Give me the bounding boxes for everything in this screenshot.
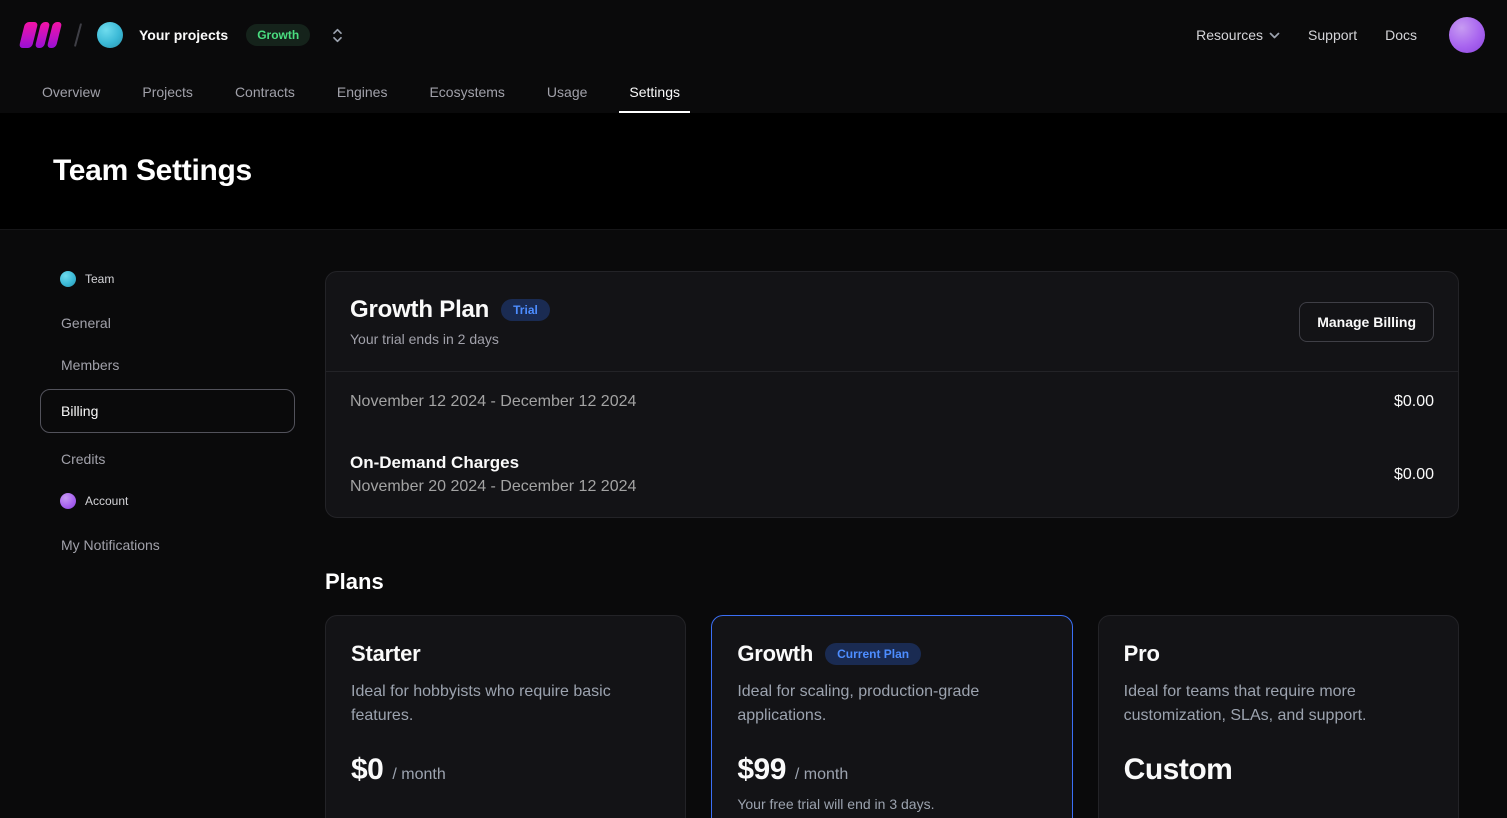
team-name[interactable]: Your projects	[139, 27, 228, 43]
billing-plan-title-row: Growth Plan Trial	[350, 296, 550, 324]
sidebar-section-team: Team	[40, 271, 295, 287]
breadcrumb-slash-divider	[74, 23, 82, 47]
thirdweb-logo-icon[interactable]	[19, 22, 62, 48]
sidebar-item-members[interactable]: Members	[40, 345, 295, 385]
sidebar-item-general[interactable]: General	[40, 303, 295, 343]
sidebar-item-my-notifications[interactable]: My Notifications	[40, 525, 295, 565]
trial-ends-text: Your trial ends in 2 days	[350, 331, 550, 347]
plan-name-growth: Growth	[737, 641, 813, 667]
sidebar-item-credits[interactable]: Credits	[40, 439, 295, 479]
billing-plan-info: Growth Plan Trial Your trial ends in 2 d…	[350, 296, 550, 347]
chevron-down-icon	[1269, 32, 1280, 39]
plan-trial-note: Your free trial will end in 3 days.	[737, 796, 1046, 812]
account-avatar-icon	[60, 493, 76, 509]
plan-price-starter: $0	[351, 753, 383, 787]
page-title: Team Settings	[53, 154, 252, 188]
team-avatar[interactable]	[97, 22, 123, 48]
header-nav: Resources Support Docs	[1196, 17, 1485, 53]
content-area: Team General Members Billing Credits Acc…	[0, 230, 1507, 818]
settings-sidebar: Team General Members Billing Credits Acc…	[40, 271, 295, 818]
plan-name-starter: Starter	[351, 641, 421, 667]
tab-overview[interactable]: Overview	[40, 70, 102, 113]
on-demand-period: November 20 2024 - December 12 2024	[350, 478, 636, 496]
plan-price-row: $99 / month	[737, 753, 1046, 787]
plan-name-pro: Pro	[1124, 641, 1160, 667]
on-demand-title: On-Demand Charges	[350, 453, 636, 473]
tab-engines[interactable]: Engines	[335, 70, 390, 113]
team-avatar-icon	[60, 271, 76, 287]
billing-amount: $0.00	[1394, 393, 1434, 411]
team-plan-badge: Growth	[246, 24, 310, 46]
docs-link[interactable]: Docs	[1385, 27, 1417, 43]
tab-ecosystems[interactable]: Ecosystems	[427, 70, 506, 113]
page-header: Team Settings	[0, 113, 1507, 230]
sidebar-section-team-label: Team	[85, 272, 114, 286]
tab-contracts[interactable]: Contracts	[233, 70, 297, 113]
billing-card-header: Growth Plan Trial Your trial ends in 2 d…	[326, 272, 1458, 372]
plan-price-growth: $99	[737, 753, 786, 787]
plan-card-growth[interactable]: Growth Current Plan Ideal for scaling, p…	[711, 615, 1072, 818]
on-demand-charges-row: On-Demand Charges November 20 2024 - Dec…	[326, 432, 1458, 517]
breadcrumb: Your projects Growth	[22, 22, 345, 48]
tab-usage[interactable]: Usage	[545, 70, 589, 113]
plan-name-row: Starter	[351, 641, 660, 667]
billing-summary-card: Growth Plan Trial Your trial ends in 2 d…	[325, 271, 1459, 518]
top-bar: Your projects Growth Resources Support D…	[0, 0, 1507, 70]
sidebar-item-billing[interactable]: Billing	[40, 389, 295, 433]
sidebar-section-account-label: Account	[85, 494, 128, 508]
billing-period: November 12 2024 - December 12 2024	[350, 393, 636, 411]
plan-name: Growth Plan	[350, 296, 489, 324]
plan-per-starter: / month	[392, 766, 445, 784]
manage-billing-button[interactable]: Manage Billing	[1299, 302, 1434, 342]
billing-period-row: November 12 2024 - December 12 2024 $0.0…	[326, 372, 1458, 432]
billing-main: Growth Plan Trial Your trial ends in 2 d…	[325, 271, 1459, 818]
primary-tab-bar: Overview Projects Contracts Engines Ecos…	[0, 70, 1507, 113]
plan-price-row: Custom	[1124, 753, 1433, 787]
plan-price-row: $0 / month	[351, 753, 660, 787]
plan-card-starter[interactable]: Starter Ideal for hobbyists who require …	[325, 615, 686, 818]
user-avatar[interactable]	[1449, 17, 1485, 53]
current-plan-badge: Current Plan	[825, 643, 921, 665]
trial-badge: Trial	[501, 299, 550, 321]
tab-settings[interactable]: Settings	[627, 70, 682, 113]
plan-grid: Starter Ideal for hobbyists who require …	[325, 615, 1459, 818]
sidebar-spacer	[40, 481, 295, 493]
tab-projects[interactable]: Projects	[140, 70, 195, 113]
team-switcher-chevrons-icon[interactable]	[330, 27, 345, 44]
plan-card-pro[interactable]: Pro Ideal for teams that require more cu…	[1098, 615, 1459, 818]
plan-per-growth: / month	[795, 766, 848, 784]
sidebar-section-account: Account	[40, 493, 295, 509]
on-demand-info: On-Demand Charges November 20 2024 - Dec…	[350, 453, 636, 496]
plans-heading: Plans	[325, 569, 1459, 595]
resources-label: Resources	[1196, 27, 1263, 43]
on-demand-amount: $0.00	[1394, 466, 1434, 484]
plan-description-growth: Ideal for scaling, production-grade appl…	[737, 680, 1037, 728]
support-link[interactable]: Support	[1308, 27, 1357, 43]
plan-name-row: Pro	[1124, 641, 1433, 667]
plan-description-starter: Ideal for hobbyists who require basic fe…	[351, 680, 651, 728]
plan-name-row: Growth Current Plan	[737, 641, 1046, 667]
plan-description-pro: Ideal for teams that require more custom…	[1124, 680, 1424, 728]
plan-price-pro: Custom	[1124, 753, 1233, 787]
resources-menu[interactable]: Resources	[1196, 27, 1280, 43]
